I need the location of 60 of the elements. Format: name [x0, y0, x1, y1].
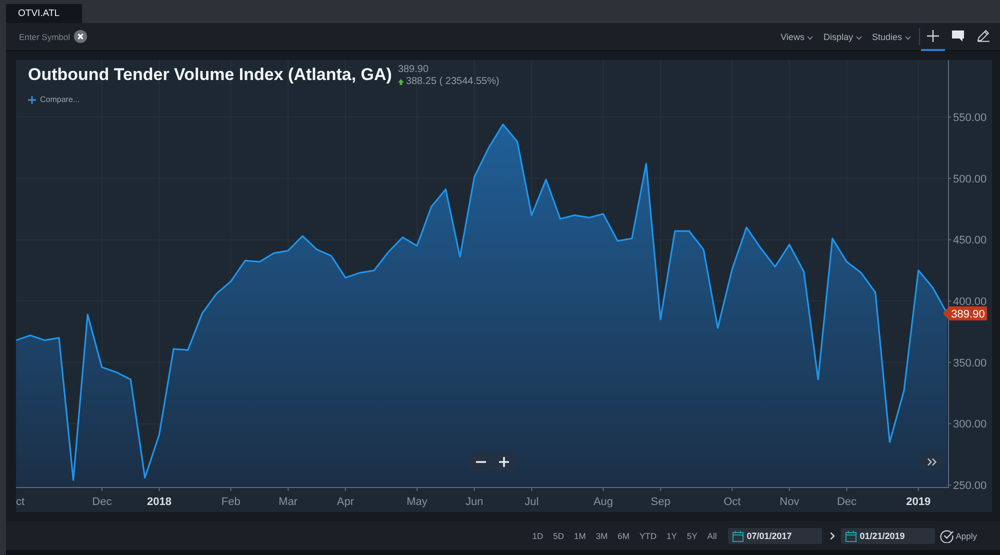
- start-date-field[interactable]: 07/01/2017: [728, 528, 822, 544]
- range-button[interactable]: YTD: [635, 530, 660, 540]
- plus-icon: [28, 96, 36, 104]
- clear-symbol-button[interactable]: [74, 30, 87, 43]
- x-axis-label: Jun: [465, 496, 484, 508]
- zoom-in-button[interactable]: [493, 452, 515, 471]
- x-axis-label: Mar: [278, 496, 298, 508]
- last-value-tag: 389.90: [943, 306, 987, 320]
- apply-button[interactable]: Apply: [940, 528, 977, 542]
- symbol-tab[interactable]: OTVI.ATL: [6, 4, 82, 23]
- check-circle-icon: [940, 528, 954, 542]
- pencil-icon: [976, 29, 990, 42]
- y-axis-label: 550.00: [953, 112, 987, 124]
- chevron-down-icon: [807, 36, 814, 40]
- y-axis-label: 500.00: [953, 173, 987, 186]
- y-axis-label: 450.00: [953, 234, 987, 247]
- last-price: 389.90: [398, 64, 430, 76]
- range-button[interactable]: 1D: [528, 530, 548, 540]
- compare-button[interactable]: Compare...: [28, 95, 80, 104]
- chevron-down-icon: [905, 36, 911, 40]
- range-button[interactable]: 6M: [614, 530, 634, 540]
- x-axis-label: Dec: [92, 496, 112, 508]
- crosshair-icon: [927, 30, 939, 42]
- plus-icon: [499, 456, 509, 466]
- range-button[interactable]: All: [703, 530, 721, 540]
- menu-button[interactable]: Display: [823, 32, 862, 42]
- y-axis-label: 250.00: [953, 480, 987, 492]
- chevron-right-icon: [830, 532, 835, 540]
- x-axis-label: Jul: [524, 496, 539, 508]
- x-axis-label: 2018: [147, 496, 172, 508]
- scroll-right-button[interactable]: [922, 453, 942, 470]
- menu-button[interactable]: Views: [780, 32, 814, 42]
- double-chevron-icon: [927, 458, 937, 466]
- y-axis-label: 400.00: [953, 296, 987, 308]
- price-change: 388.25 ( 23544.55%): [406, 76, 500, 88]
- y-axis-label: 350.00: [953, 357, 987, 370]
- x-axis-label: Feb: [221, 496, 240, 508]
- chevron-down-icon: [856, 36, 862, 40]
- x-axis-label: ct: [16, 496, 25, 508]
- end-date-field[interactable]: 01/21/2019: [840, 528, 935, 544]
- x-axis-label: Aug: [593, 496, 614, 508]
- range-button[interactable]: 5D: [549, 530, 568, 540]
- close-icon: [74, 30, 87, 43]
- x-axis-label: Oct: [724, 496, 741, 508]
- range-button[interactable]: 3M: [592, 530, 612, 540]
- x-axis-label: 2019: [906, 496, 931, 508]
- x-axis-label: Dec: [836, 496, 857, 508]
- x-axis-label: May: [406, 496, 428, 508]
- comment-icon: [952, 30, 964, 42]
- x-axis-label: Sep: [650, 496, 670, 508]
- range-button[interactable]: 1M: [570, 530, 590, 540]
- zoom-out-button[interactable]: [470, 452, 492, 471]
- x-axis-label: Apr: [336, 496, 354, 508]
- range-button[interactable]: 1Y: [662, 530, 681, 540]
- menu-button[interactable]: Studies: [872, 32, 911, 42]
- chart-title: Outbound Tender Volume Index (Atlanta, GA): [28, 64, 392, 86]
- x-axis-label: Nov: [780, 496, 800, 508]
- y-axis-label: 300.00: [953, 418, 987, 431]
- symbol-field[interactable]: Enter Symbol: [19, 32, 73, 42]
- range-button[interactable]: 5Y: [682, 530, 702, 540]
